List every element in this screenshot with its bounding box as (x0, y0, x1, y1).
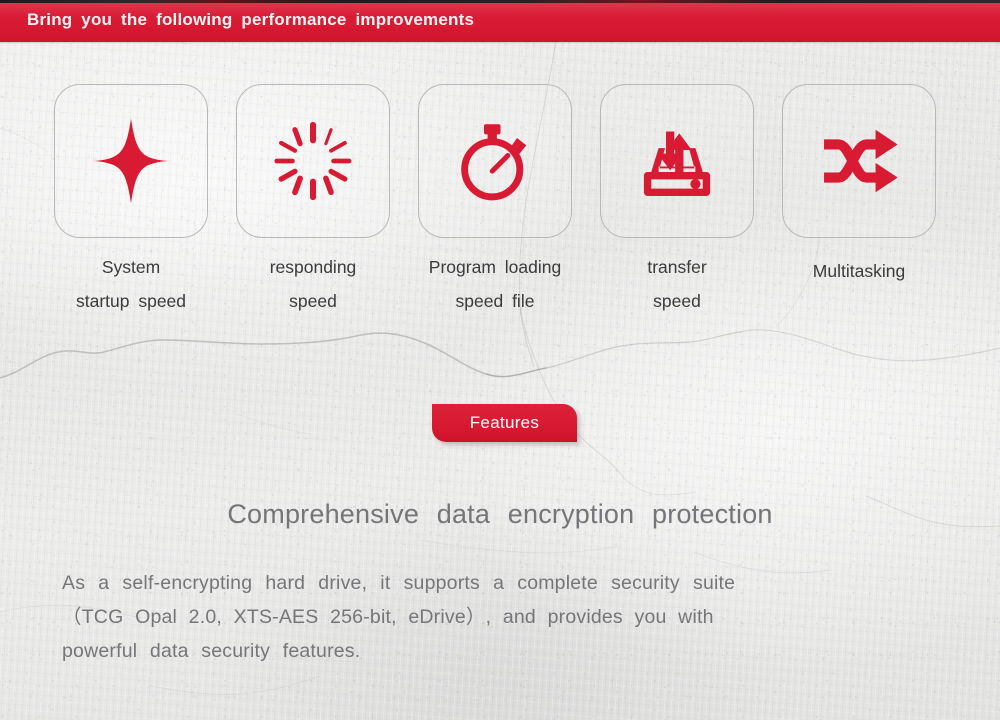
feature-label-line1: responding (269, 257, 357, 277)
features-badge[interactable]: Features (432, 404, 577, 442)
feature-label-line1: transfer (647, 257, 707, 277)
feature-label-line1: Program loading (428, 257, 562, 277)
feature-icon-box (782, 84, 936, 238)
feature-label-line1: Multitasking (812, 261, 906, 281)
feature-item-responding-speed[interactable]: responding speed (218, 84, 408, 318)
feature-icon-box (54, 84, 208, 238)
features-badge-label: Features (469, 412, 540, 432)
feature-item-multitasking[interactable]: Multitasking (764, 84, 954, 288)
feature-icon-box (600, 84, 754, 238)
section-paragraph: As a self-encrypting hard drive, it supp… (62, 566, 948, 668)
header-title: Bring you the following performance impr… (27, 10, 475, 29)
section-heading: Comprehensive data encryption protection (227, 499, 773, 529)
paragraph-line-1: As a self-encrypting hard drive, it supp… (62, 572, 736, 594)
feature-item-transfer-speed[interactable]: transfer speed (582, 84, 772, 318)
feature-label-line2: speed file (455, 291, 535, 312)
header-underline (0, 42, 1000, 44)
drive-transfer-icon (643, 131, 711, 196)
feature-label-line2: speed (653, 291, 701, 312)
feature-label: Program loading speed file (400, 250, 590, 318)
feature-icon-box (418, 84, 572, 238)
shuffle-arrows-icon (824, 129, 898, 193)
feature-icon-box (236, 84, 390, 238)
paragraph-line-3: powerful data security features. (62, 640, 361, 662)
feature-label: transfer speed (582, 250, 772, 318)
feature-item-system-startup[interactable]: System startup speed (36, 84, 226, 318)
feature-label-line1: System (101, 257, 161, 277)
sparkle-star-icon (88, 118, 174, 204)
loading-spinner-icon (274, 121, 352, 201)
feature-label-line2: speed (289, 291, 337, 312)
feature-label-line2: startup speed (75, 291, 187, 312)
stopwatch-icon (461, 124, 527, 201)
feature-icon-row: System startup speed responding speed Pr… (0, 84, 1000, 314)
feature-label: System startup speed (36, 250, 226, 318)
paragraph-line-2: （TCG Opal 2.0, XTS-AES 256-bit, eDrive）,… (62, 606, 714, 628)
feature-label: responding speed (218, 250, 408, 318)
promo-page: Bring you the following performance impr… (0, 0, 1000, 720)
feature-label: Multitasking (764, 254, 954, 288)
feature-item-program-loading[interactable]: Program loading speed file (400, 84, 590, 318)
